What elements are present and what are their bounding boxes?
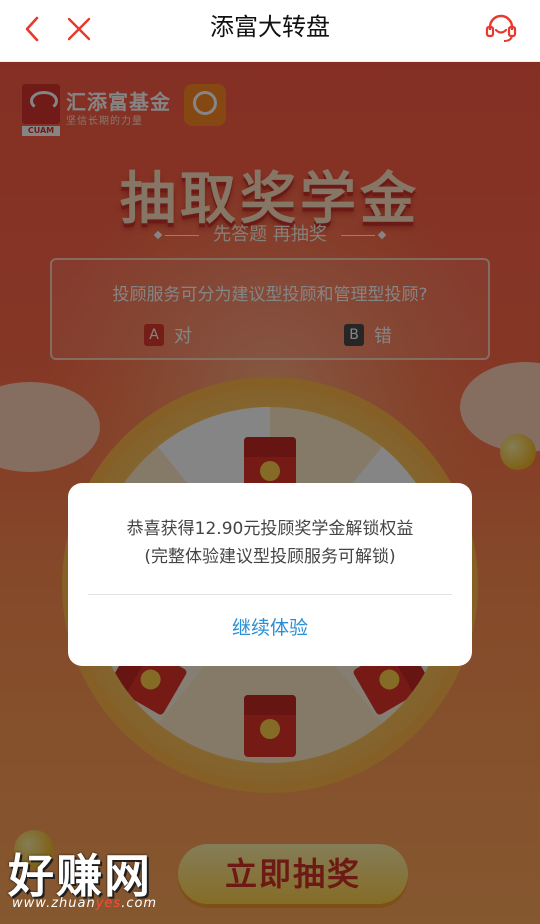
continue-experience-button[interactable]: 继续体验 [68, 608, 472, 648]
reward-dialog: 恭喜获得12.90元投顾奖学金解锁权益 (完整体验建议型投顾服务可解锁) 继续体… [68, 483, 472, 666]
dialog-divider [88, 594, 452, 595]
dialog-message: 恭喜获得12.90元投顾奖学金解锁权益 [126, 519, 414, 539]
top-bar: 添富大转盘 [0, 0, 540, 62]
page-title: 添富大转盘 [210, 13, 330, 41]
headset-icon[interactable] [484, 11, 518, 45]
dialog-note: (完整体验建议型投顾服务可解锁) [144, 547, 396, 567]
site-watermark: 好赚网 www.zhuanyes.com [8, 840, 238, 920]
watermark-url: www.zhuanyes.com [12, 896, 158, 911]
